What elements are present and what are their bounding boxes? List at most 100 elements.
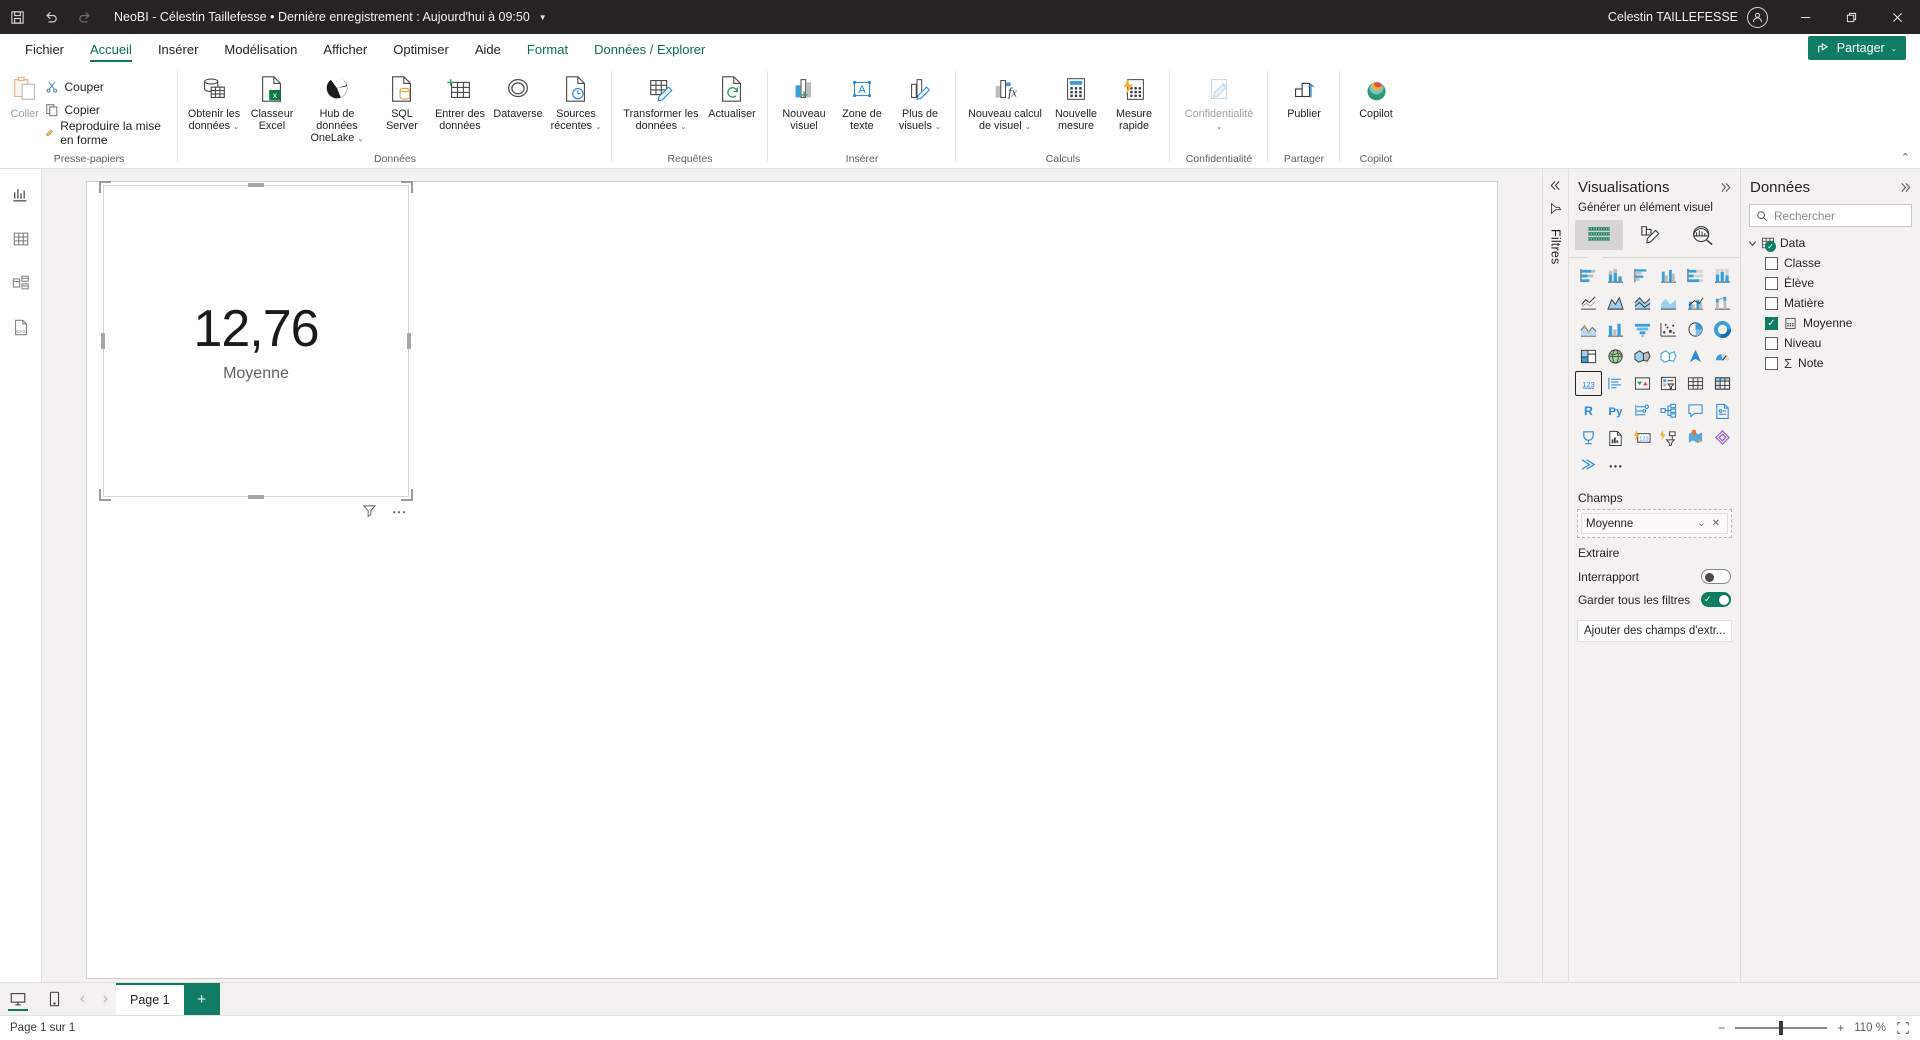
viz-ribbon-chart[interactable] <box>1709 290 1736 315</box>
paste-button[interactable]: Coller <box>7 68 43 124</box>
data-field-eleve[interactable]: Élève <box>1741 273 1920 293</box>
tab-fichier[interactable]: Fichier <box>12 39 77 63</box>
recent-sources-button[interactable]: Sources récentes ⌄ <box>547 68 605 137</box>
quick-measure-button[interactable]: Mesure rapide <box>1105 68 1163 136</box>
filter-funnel-icon[interactable] <box>362 503 377 518</box>
data-table-node-data[interactable]: ✓ Data <box>1741 233 1920 253</box>
resize-handle-sw[interactable] <box>99 489 111 501</box>
get-data-button[interactable]: Obtenir les données ⌄ <box>185 68 243 137</box>
cut-button[interactable]: Couper <box>43 76 171 97</box>
zoom-out-button[interactable]: − <box>1718 1021 1725 1035</box>
data-field-moyenne[interactable]: ✓ Moyenne <box>1741 313 1920 333</box>
viz-stacked-area-chart[interactable] <box>1629 290 1656 315</box>
viz-slicer-visual[interactable] <box>1656 371 1683 396</box>
prev-page-button[interactable] <box>72 983 94 1015</box>
chevron-down-icon[interactable] <box>1747 238 1758 249</box>
tab-format[interactable]: Format <box>514 39 581 63</box>
viz-shape-map-chart[interactable] <box>1656 344 1683 369</box>
add-drillthrough-fields-button[interactable]: Ajouter des champs d'extr... <box>1577 620 1732 642</box>
viz-scatter-chart[interactable] <box>1656 317 1683 342</box>
viz-ellipsis-more[interactable] <box>1602 452 1629 477</box>
undo-icon[interactable] <box>34 0 68 34</box>
restore-button[interactable] <box>1828 0 1874 34</box>
analytics-magnifier-icon[interactable] <box>1679 220 1727 250</box>
filters-pane-collapsed[interactable]: Filtres <box>1542 169 1568 982</box>
tab-optimiser[interactable]: Optimiser <box>380 39 462 63</box>
title-dropdown-caret[interactable]: ▼ <box>539 13 547 22</box>
viz-table-visual[interactable] <box>1682 371 1709 396</box>
resize-handle-se[interactable] <box>401 489 413 501</box>
copy-button[interactable]: Copier <box>43 99 171 120</box>
data-field-note[interactable]: Σ Note <box>1741 353 1920 373</box>
viz-multi-row-card[interactable] <box>1602 371 1629 396</box>
viz-key-influencers[interactable] <box>1629 398 1656 423</box>
report-page-canvas[interactable]: 12,76 Moyenne <box>86 181 1498 979</box>
tab-modelisation[interactable]: Modélisation <box>211 39 310 63</box>
viz-power-automate[interactable] <box>1656 425 1683 450</box>
sidebar-item-dax-query-view[interactable]: DAX <box>4 313 38 341</box>
mobile-view-icon[interactable] <box>36 983 72 1015</box>
new-measure-button[interactable]: Nouvelle mesure <box>1047 68 1105 136</box>
desktop-view-icon[interactable] <box>0 983 36 1015</box>
viz-filled-map-chart[interactable] <box>1629 344 1656 369</box>
tab-inserer[interactable]: Insérer <box>145 39 211 63</box>
add-page-button[interactable]: + <box>183 983 220 1015</box>
values-well[interactable]: Moyenne ⌄ ✕ <box>1577 509 1732 538</box>
format-painter-button[interactable]: Reproduire la mise en forme <box>43 119 171 147</box>
viz-pie-chart[interactable] <box>1682 317 1709 342</box>
sidebar-item-model-view[interactable] <box>4 269 38 297</box>
viz-waterfall-chart[interactable] <box>1575 317 1602 342</box>
close-button[interactable] <box>1874 0 1920 34</box>
viz-stacked-column-chart[interactable] <box>1602 263 1629 288</box>
field-checkbox[interactable] <box>1765 276 1778 290</box>
viz-kpi-visual[interactable] <box>1629 371 1656 396</box>
avatar[interactable] <box>1747 6 1768 28</box>
viz-clustered-column-chart[interactable] <box>1656 263 1683 288</box>
viz-azure-map-chart[interactable] <box>1682 344 1709 369</box>
copilot-button[interactable]: Copilot <box>1347 68 1405 124</box>
sidebar-item-report-view[interactable] <box>4 181 38 209</box>
viz-100-stacked-column-chart[interactable] <box>1709 263 1736 288</box>
resize-handle-s[interactable] <box>248 495 264 499</box>
field-checkbox[interactable] <box>1765 296 1778 310</box>
viz-card-visual[interactable]: 123 <box>1575 371 1602 396</box>
viz-arcgis-maps[interactable] <box>1682 425 1709 450</box>
excel-workbook-button[interactable]: x Classeur Excel <box>243 68 301 136</box>
tab-donnees-explorer[interactable]: Données / Explorer <box>581 39 718 63</box>
data-field-classe[interactable]: Classe <box>1741 253 1920 273</box>
resize-handle-w[interactable] <box>101 333 105 349</box>
viz-map-chart[interactable] <box>1602 344 1629 369</box>
viz-line-stacked-column-chart[interactable] <box>1656 290 1683 315</box>
visual-calculation-button[interactable]: fx Nouveau calcul de visuel ⌄ <box>963 68 1047 137</box>
tab-afficher[interactable]: Afficher <box>310 39 380 63</box>
viz-stacked-bar-chart[interactable] <box>1575 263 1602 288</box>
zoom-in-button[interactable]: + <box>1837 1021 1844 1035</box>
viz-paginated-report[interactable] <box>1602 425 1629 450</box>
text-box-button[interactable]: A Zone de texte <box>833 68 891 136</box>
redo-icon[interactable] <box>68 0 102 34</box>
filters-collapse-icon[interactable] <box>1549 179 1562 192</box>
viz-line-chart[interactable] <box>1575 290 1602 315</box>
viz-qna-visual[interactable] <box>1682 398 1709 423</box>
chevron-down-icon[interactable]: ⌄ <box>1694 518 1708 529</box>
viz-r-script-visual[interactable]: R <box>1575 398 1602 423</box>
viz-power-apps[interactable]: 123 <box>1629 425 1656 450</box>
search-input[interactable] <box>1774 208 1905 223</box>
viz-area-chart[interactable] <box>1602 290 1629 315</box>
build-visual-icon[interactable] <box>1575 220 1623 250</box>
format-visual-icon[interactable] <box>1627 220 1675 250</box>
share-button[interactable]: Partager ⌄ <box>1807 36 1906 60</box>
viz-more-visuals-diamond[interactable] <box>1709 425 1736 450</box>
zoom-slider-thumb[interactable] <box>1779 1021 1784 1035</box>
data-field-matiere[interactable]: Matière <box>1741 293 1920 313</box>
viz-funnel-alt-chart[interactable] <box>1602 317 1629 342</box>
viz-get-more-visuals[interactable] <box>1575 452 1602 477</box>
chevron-double-right-icon[interactable] <box>1719 181 1732 194</box>
more-options-icon[interactable] <box>391 503 407 518</box>
viz-smart-narrative[interactable] <box>1709 398 1736 423</box>
viz-100-stacked-bar-chart[interactable] <box>1682 263 1709 288</box>
publish-button[interactable]: Publier <box>1275 68 1333 124</box>
viz-metrics-visual[interactable] <box>1575 425 1602 450</box>
field-checkbox[interactable] <box>1765 356 1778 370</box>
sql-server-button[interactable]: SQL Server <box>373 68 431 136</box>
